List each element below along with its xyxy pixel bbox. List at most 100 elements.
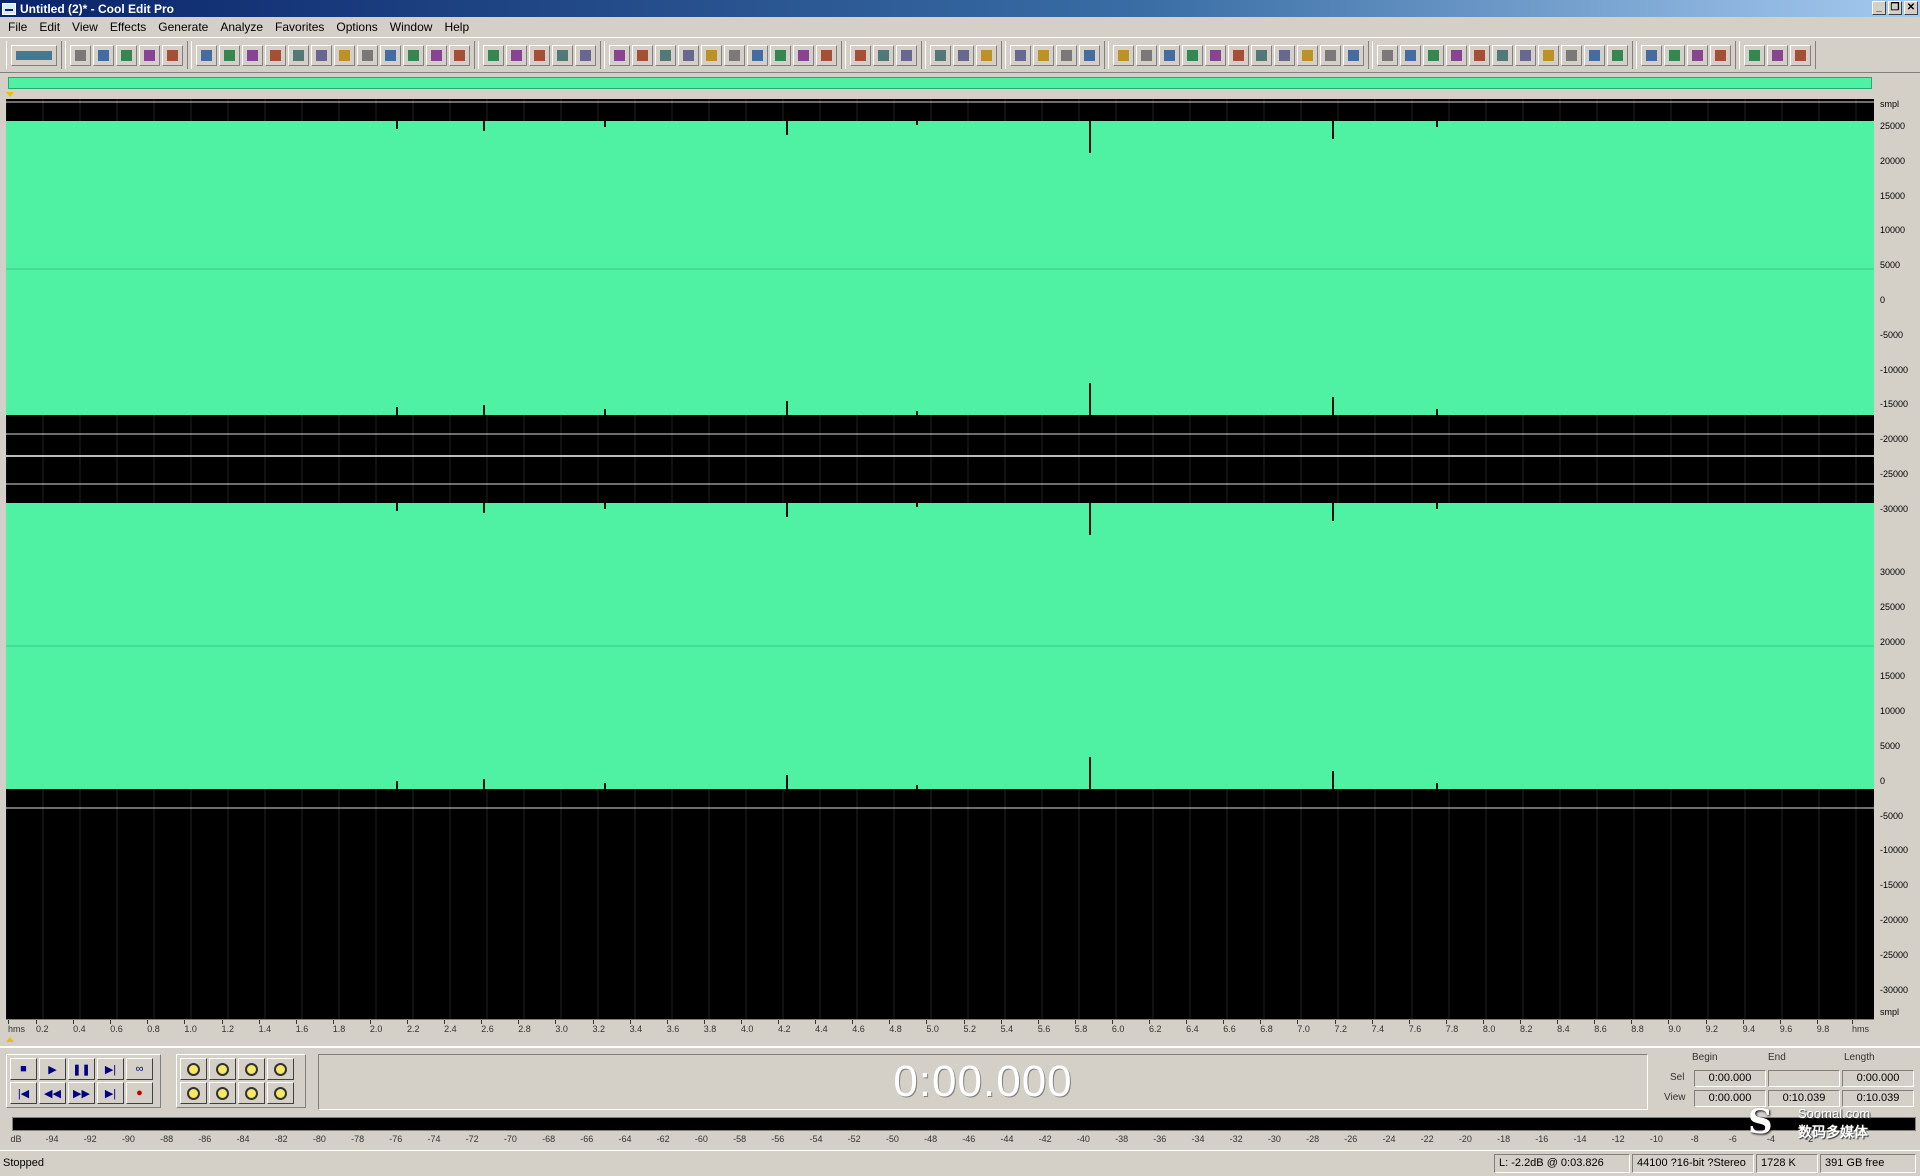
view-begin-field[interactable]: 0:00.000 bbox=[1694, 1090, 1766, 1107]
toolbar-transform-button-9[interactable] bbox=[1297, 44, 1318, 66]
toolbar-window-button-4[interactable] bbox=[678, 44, 699, 66]
toolbar-generate-button-3[interactable] bbox=[1687, 44, 1708, 66]
toolbar-view-button-1[interactable] bbox=[483, 44, 504, 66]
play-to-end-button[interactable]: ▶| bbox=[97, 1058, 124, 1080]
toolbar-filters-button-6[interactable] bbox=[1492, 44, 1513, 66]
toolbar-effects-button-2[interactable] bbox=[1033, 44, 1054, 66]
toolbar-edit-button-3[interactable] bbox=[242, 44, 263, 66]
toolbar-filters-button-5[interactable] bbox=[1469, 44, 1490, 66]
menu-effects[interactable]: Effects bbox=[104, 20, 152, 34]
toolbar-filters-button-4[interactable] bbox=[1446, 44, 1467, 66]
view-length-field[interactable]: 0:10.039 bbox=[1842, 1090, 1914, 1107]
menu-generate[interactable]: Generate bbox=[152, 20, 214, 34]
toolbar-transform-button-3[interactable] bbox=[1159, 44, 1180, 66]
toolbar-edit-button-7[interactable] bbox=[334, 44, 355, 66]
menu-edit[interactable]: Edit bbox=[33, 20, 66, 34]
toolbar-transform-button-8[interactable] bbox=[1274, 44, 1295, 66]
menu-view[interactable]: View bbox=[66, 20, 104, 34]
playhead-marker[interactable] bbox=[6, 1037, 14, 1042]
sel-begin-field[interactable]: 0:00.000 bbox=[1694, 1070, 1766, 1087]
toolbar-filters-button-3[interactable] bbox=[1423, 44, 1444, 66]
zoom-selection-button[interactable] bbox=[238, 1082, 265, 1104]
toolbar-edit-button-6[interactable] bbox=[311, 44, 332, 66]
go-to-start-button[interactable]: |◀ bbox=[10, 1082, 37, 1104]
toolbar-edit-button-8[interactable] bbox=[357, 44, 378, 66]
toolbar-window-button-2[interactable] bbox=[632, 44, 653, 66]
toolbar-misc-button-3[interactable] bbox=[1790, 44, 1811, 66]
pause-button[interactable]: ❚❚ bbox=[68, 1058, 95, 1080]
toolbar-file-button-5[interactable] bbox=[162, 44, 183, 66]
loop-button[interactable]: ∞ bbox=[126, 1058, 153, 1080]
toolbar-transform-button-10[interactable] bbox=[1320, 44, 1341, 66]
toolbar-window-button-7[interactable] bbox=[747, 44, 768, 66]
toolbar-edit-button-9[interactable] bbox=[380, 44, 401, 66]
menu-file[interactable]: File bbox=[2, 20, 33, 34]
close-button[interactable]: ✕ bbox=[1904, 1, 1918, 15]
toolbar-file-button-3[interactable] bbox=[116, 44, 137, 66]
toolbar-edit-button-12[interactable] bbox=[449, 44, 470, 66]
title-bar[interactable]: Untitled (2)* - Cool Edit Pro _ ❐ ✕ bbox=[0, 0, 1920, 17]
toolbar-effects-button-1[interactable] bbox=[1010, 44, 1031, 66]
menu-window[interactable]: Window bbox=[384, 20, 439, 34]
zoom-right-button[interactable] bbox=[209, 1082, 236, 1104]
menu-analyze[interactable]: Analyze bbox=[214, 20, 269, 34]
toolbar-window-button-6[interactable] bbox=[724, 44, 745, 66]
record-button[interactable]: ● bbox=[126, 1082, 153, 1104]
overview-marker[interactable] bbox=[6, 92, 14, 97]
rewind-button[interactable]: ◀◀ bbox=[39, 1082, 66, 1104]
stop-button[interactable]: ■ bbox=[10, 1058, 37, 1080]
toolbar-filters-button-9[interactable] bbox=[1561, 44, 1582, 66]
toolbar-help-button-2[interactable] bbox=[873, 44, 894, 66]
toolbar-help-button-1[interactable] bbox=[850, 44, 871, 66]
toolbar-transform-button-2[interactable] bbox=[1136, 44, 1157, 66]
fast-forward-button[interactable]: ▶▶ bbox=[68, 1082, 95, 1104]
toolbar-generate-button-1[interactable] bbox=[1641, 44, 1662, 66]
toolbar-window-button-1[interactable] bbox=[609, 44, 630, 66]
zoom-out-v-button[interactable] bbox=[267, 1082, 294, 1104]
toolbar-window-button-3[interactable] bbox=[655, 44, 676, 66]
toolbar-transform-button-7[interactable] bbox=[1251, 44, 1272, 66]
toolbar-options-button-3[interactable] bbox=[976, 44, 997, 66]
toolbar-view-button-3[interactable] bbox=[529, 44, 550, 66]
zoom-out-h-button[interactable] bbox=[209, 1058, 236, 1080]
play-button[interactable]: ▶ bbox=[39, 1058, 66, 1080]
toolbar-view-button-4[interactable] bbox=[552, 44, 573, 66]
toolbar-transform-button-1[interactable] bbox=[1113, 44, 1134, 66]
app-icon[interactable] bbox=[2, 2, 16, 15]
toolbar-edit-button-5[interactable] bbox=[288, 44, 309, 66]
toolbar-generate-button-2[interactable] bbox=[1664, 44, 1685, 66]
time-ruler[interactable]: hms 0.2 0.4 0.6 0.8 1.0 1.2 1.4 1.6 1.8 2.0 2.2 2.4 2… bbox=[6, 1019, 1874, 1037]
toolbar-view-button-5[interactable] bbox=[575, 44, 596, 66]
toolbar-filters-button-11[interactable] bbox=[1607, 44, 1628, 66]
toolbar-edit-button-10[interactable] bbox=[403, 44, 424, 66]
zoom-in-h-button[interactable] bbox=[180, 1058, 207, 1080]
waveform-canvas[interactable] bbox=[6, 99, 1874, 1019]
toolbar-edit-button-11[interactable] bbox=[426, 44, 447, 66]
toolbar-window-button-5[interactable] bbox=[701, 44, 722, 66]
toolbar-transform-button-5[interactable] bbox=[1205, 44, 1226, 66]
toolbar-filters-button-2[interactable] bbox=[1400, 44, 1421, 66]
menu-favorites[interactable]: Favorites bbox=[269, 20, 330, 34]
minimize-button[interactable]: _ bbox=[1872, 1, 1886, 15]
sel-length-field[interactable]: 0:00.000 bbox=[1842, 1070, 1914, 1087]
toolbar-window-button-9[interactable] bbox=[793, 44, 814, 66]
toolbar-misc-button-1[interactable] bbox=[1744, 44, 1765, 66]
restore-button[interactable]: ❐ bbox=[1888, 1, 1902, 15]
toolbar-options-button-2[interactable] bbox=[953, 44, 974, 66]
go-to-end-button[interactable]: ▶| bbox=[97, 1082, 124, 1104]
toolbar-mode-button-1[interactable] bbox=[11, 44, 57, 66]
toolbar-file-button-2[interactable] bbox=[93, 44, 114, 66]
menu-help[interactable]: Help bbox=[438, 20, 475, 34]
sel-end-field[interactable] bbox=[1768, 1070, 1840, 1087]
zoom-in-v-button[interactable] bbox=[267, 1058, 294, 1080]
overview-range[interactable] bbox=[8, 77, 1872, 89]
toolbar-window-button-8[interactable] bbox=[770, 44, 791, 66]
toolbar-generate-button-4[interactable] bbox=[1710, 44, 1731, 66]
zoom-left-button[interactable] bbox=[180, 1082, 207, 1104]
toolbar-misc-button-2[interactable] bbox=[1767, 44, 1788, 66]
toolbar-filters-button-7[interactable] bbox=[1515, 44, 1536, 66]
toolbar-edit-button-1[interactable] bbox=[196, 44, 217, 66]
toolbar-filters-button-1[interactable] bbox=[1377, 44, 1398, 66]
toolbar-filters-button-10[interactable] bbox=[1584, 44, 1605, 66]
zoom-full-button[interactable] bbox=[238, 1058, 265, 1080]
